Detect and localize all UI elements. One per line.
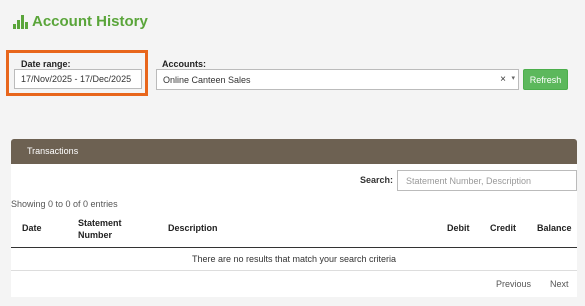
column-header-credit[interactable]: Credit (490, 223, 516, 233)
entries-info: Showing 0 to 0 of 0 entries (11, 199, 118, 209)
accounts-label: Accounts: (162, 59, 207, 69)
column-header-date[interactable]: Date (22, 223, 42, 233)
refresh-button[interactable]: Refresh (523, 69, 568, 90)
chevron-down-icon[interactable]: ▾ (511, 74, 515, 82)
bar-chart-icon (13, 14, 28, 29)
column-header-balance[interactable]: Balance (537, 223, 572, 233)
clear-icon[interactable]: × (500, 74, 506, 85)
date-range-input[interactable]: 17/Nov/2025 - 17/Dec/2025 (14, 69, 142, 89)
next-page-button[interactable]: Next (550, 279, 569, 289)
transactions-panel-header: Transactions (11, 139, 577, 164)
search-input[interactable]: Statement Number, Description (397, 170, 577, 191)
date-range-label: Date range: (21, 59, 71, 69)
previous-page-button[interactable]: Previous (496, 279, 531, 289)
table-header-divider (11, 247, 577, 248)
page-title: Account History (13, 13, 148, 30)
accounts-select[interactable]: Online Canteen Sales × ▾ (156, 69, 519, 90)
column-header-debit[interactable]: Debit (447, 223, 470, 233)
column-header-description[interactable]: Description (168, 223, 218, 233)
accounts-selected-value: Online Canteen Sales (163, 75, 251, 85)
empty-table-message: There are no results that match your sea… (191, 254, 397, 264)
page-title-text: Account History (32, 13, 148, 30)
search-label: Search: (360, 175, 394, 185)
column-header-statement-number[interactable]: Statement Number (78, 217, 134, 241)
table-footer-divider (11, 270, 577, 271)
